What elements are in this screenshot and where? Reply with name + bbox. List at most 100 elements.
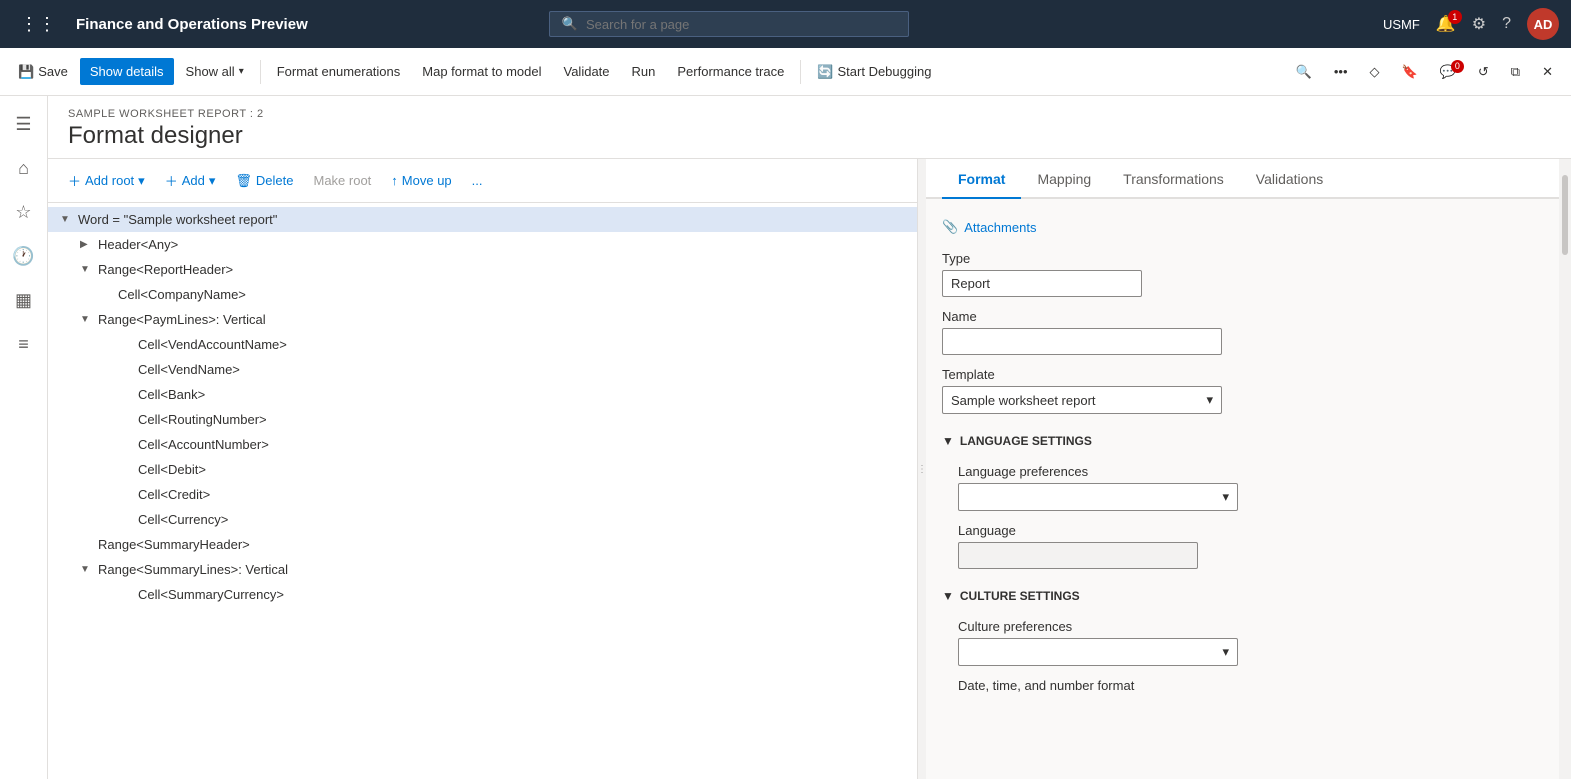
type-label: Type bbox=[942, 251, 1543, 266]
popout-button[interactable]: ⧉ bbox=[1501, 58, 1530, 86]
top-nav-right: USMF 🔔 1 ⚙ ? AD bbox=[1383, 8, 1559, 40]
tree-item[interactable]: ▼ Range<ReportHeader> bbox=[48, 257, 917, 282]
show-all-chevron: ▾ bbox=[239, 66, 244, 77]
expand-icon: ▼ bbox=[60, 214, 72, 225]
delete-button[interactable]: 🗑 Delete bbox=[227, 169, 301, 193]
app-title: Finance and Operations Preview bbox=[76, 16, 308, 33]
refresh-button[interactable]: ↺ bbox=[1468, 58, 1499, 86]
more-tree-button[interactable]: ... bbox=[464, 169, 491, 192]
search-icon: 🔍 bbox=[562, 16, 578, 32]
designer-area: ＋ Add root ▾ ＋ Add ▾ 🗑 Delete Make ro bbox=[48, 159, 1571, 779]
tree-item[interactable]: Cell<Currency> bbox=[48, 507, 917, 532]
sidebar-recent-icon[interactable]: 🕐 bbox=[4, 236, 44, 276]
tree-item[interactable]: Cell<SummaryCurrency> bbox=[48, 582, 917, 607]
layout: ☰ ⌂ ☆ 🕐 ▦ ≡ SAMPLE WORKSHEET REPORT : 2 … bbox=[0, 96, 1571, 779]
top-nav: ⋮⋮ Finance and Operations Preview 🔍 USMF… bbox=[0, 0, 1571, 48]
tree-item[interactable]: ▼ Word = "Sample worksheet report" bbox=[48, 207, 917, 232]
template-select[interactable]: Sample worksheet report ▾ bbox=[942, 386, 1222, 414]
attachments-button[interactable]: 📎 Attachments bbox=[942, 215, 1036, 239]
item-text: Word = "Sample worksheet report" bbox=[78, 212, 277, 227]
panel-divider[interactable]: ⋮ bbox=[918, 159, 926, 779]
save-button[interactable]: 💾 Save bbox=[8, 58, 78, 86]
lang-pref-select[interactable]: ▾ bbox=[958, 483, 1238, 511]
page-header: SAMPLE WORKSHEET REPORT : 2 Format desig… bbox=[48, 96, 1571, 159]
show-all-button[interactable]: Show all ▾ bbox=[176, 58, 254, 85]
diamond-icon-button[interactable]: ◇ bbox=[1360, 58, 1390, 86]
expand-icon: ▶ bbox=[80, 239, 92, 250]
expand-icon: ▼ bbox=[80, 564, 92, 575]
move-up-button[interactable]: ↑ Move up bbox=[383, 169, 459, 192]
left-panel: ＋ Add root ▾ ＋ Add ▾ 🗑 Delete Make ro bbox=[48, 159, 918, 779]
search-bar: 🔍 bbox=[549, 11, 909, 37]
avatar[interactable]: AD bbox=[1527, 8, 1559, 40]
show-details-button[interactable]: Show details bbox=[80, 58, 174, 85]
add-root-plus-icon: ＋ bbox=[68, 171, 81, 190]
language-settings-header[interactable]: ▼ LANGUAGE SETTINGS bbox=[942, 426, 1543, 452]
tree-toolbar: ＋ Add root ▾ ＋ Add ▾ 🗑 Delete Make ro bbox=[48, 159, 917, 203]
culture-settings-header[interactable]: ▼ CULTURE SETTINGS bbox=[942, 581, 1543, 607]
tree-item[interactable]: Cell<Bank> bbox=[48, 382, 917, 407]
map-format-button[interactable]: Map format to model bbox=[412, 58, 551, 85]
sidebar-menu-icon[interactable]: ☰ bbox=[4, 104, 44, 144]
validate-button[interactable]: Validate bbox=[554, 58, 620, 85]
tab-validations[interactable]: Validations bbox=[1240, 159, 1339, 199]
tree-item[interactable]: ▼ Range<PaymLines>: Vertical bbox=[48, 307, 917, 332]
tab-transformations[interactable]: Transformations bbox=[1107, 159, 1240, 199]
tree-item[interactable]: Cell<RoutingNumber> bbox=[48, 407, 917, 432]
paperclip-icon: 📎 bbox=[942, 219, 958, 235]
start-debugging-button[interactable]: 🔄 Start Debugging bbox=[807, 58, 941, 86]
type-field-group: Type bbox=[942, 251, 1543, 297]
tree-item[interactable]: ▼ Range<SummaryLines>: Vertical bbox=[48, 557, 917, 582]
language-input[interactable] bbox=[958, 542, 1198, 569]
culture-pref-select[interactable]: ▾ bbox=[958, 638, 1238, 666]
tree-item[interactable]: Cell<AccountNumber> bbox=[48, 432, 917, 457]
run-button[interactable]: Run bbox=[622, 58, 666, 85]
type-input[interactable] bbox=[942, 270, 1142, 297]
performance-trace-button[interactable]: Performance trace bbox=[667, 58, 794, 85]
notifications-icon[interactable]: 🔔 1 bbox=[1436, 14, 1456, 34]
user-label: USMF bbox=[1383, 17, 1420, 32]
make-root-button: Make root bbox=[305, 169, 379, 192]
tree-container[interactable]: ▼ Word = "Sample worksheet report" ▶ Hea… bbox=[48, 203, 917, 779]
separator-1 bbox=[260, 60, 261, 84]
right-panel-content: 📎 Attachments Type Name bbox=[926, 199, 1559, 709]
tree-item[interactable]: Range<SummaryHeader> bbox=[48, 532, 917, 557]
tree-item[interactable]: Cell<Debit> bbox=[48, 457, 917, 482]
item-text: Cell<SummaryCurrency> bbox=[138, 587, 284, 602]
msg-badge-button[interactable]: 💬 0 bbox=[1430, 58, 1466, 86]
close-button[interactable]: ✕ bbox=[1532, 58, 1563, 86]
item-text: Cell<VendName> bbox=[138, 362, 240, 377]
more-cmd-button[interactable]: ••• bbox=[1324, 58, 1358, 85]
culture-pref-label: Culture preferences bbox=[958, 619, 1543, 634]
add-root-button[interactable]: ＋ Add root ▾ bbox=[60, 167, 153, 194]
sidebar-home-icon[interactable]: ⌂ bbox=[4, 148, 44, 188]
format-enumerations-button[interactable]: Format enumerations bbox=[267, 58, 411, 85]
tab-format[interactable]: Format bbox=[942, 159, 1021, 199]
sidebar-workspaces-icon[interactable]: ▦ bbox=[4, 280, 44, 320]
help-icon[interactable]: ? bbox=[1502, 15, 1511, 33]
msg-badge: 0 bbox=[1451, 60, 1464, 73]
tree-item[interactable]: Cell<CompanyName> bbox=[48, 282, 917, 307]
name-label: Name bbox=[942, 309, 1543, 324]
right-scrollbar[interactable] bbox=[1559, 159, 1571, 779]
bookmark-icon-button[interactable]: 🔖 bbox=[1392, 58, 1428, 86]
tree-item[interactable]: Cell<Credit> bbox=[48, 482, 917, 507]
settings-icon[interactable]: ⚙ bbox=[1472, 14, 1486, 34]
search-input[interactable] bbox=[586, 17, 896, 32]
item-text: Range<ReportHeader> bbox=[98, 262, 233, 277]
culture-collapse-icon: ▼ bbox=[942, 589, 954, 603]
tab-mapping[interactable]: Mapping bbox=[1021, 159, 1107, 199]
item-text: Range<PaymLines>: Vertical bbox=[98, 312, 266, 327]
tree-item[interactable]: Cell<VendAccountName> bbox=[48, 332, 917, 357]
tree-item[interactable]: Cell<VendName> bbox=[48, 357, 917, 382]
sidebar-favorites-icon[interactable]: ☆ bbox=[4, 192, 44, 232]
add-plus-icon: ＋ bbox=[165, 171, 178, 190]
item-text: Cell<VendAccountName> bbox=[138, 337, 287, 352]
add-button[interactable]: ＋ Add ▾ bbox=[157, 167, 224, 194]
tree-item[interactable]: ▶ Header<Any> bbox=[48, 232, 917, 257]
app-grid-icon[interactable]: ⋮⋮ bbox=[12, 6, 64, 43]
breadcrumb: SAMPLE WORKSHEET REPORT : 2 bbox=[68, 108, 1551, 120]
search-cmd-button[interactable]: 🔍 bbox=[1286, 58, 1322, 86]
sidebar-list-icon[interactable]: ≡ bbox=[4, 324, 44, 364]
name-input[interactable] bbox=[942, 328, 1222, 355]
